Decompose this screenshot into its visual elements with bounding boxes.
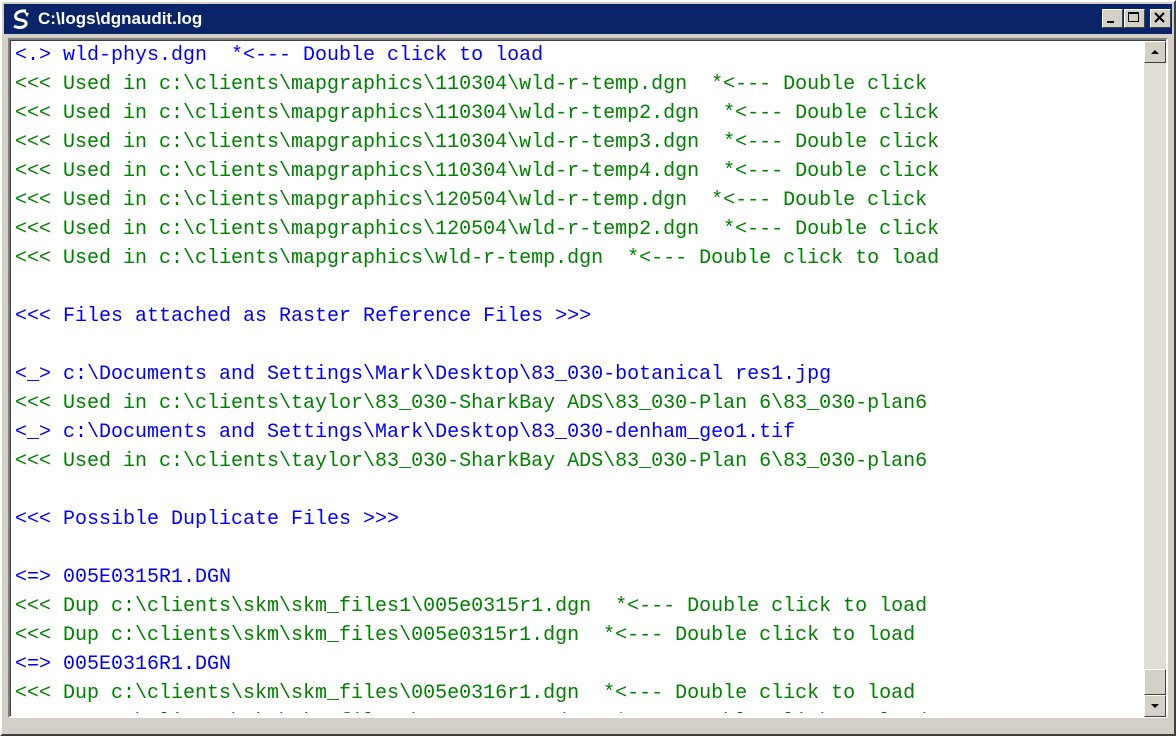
log-line[interactable]: <<< Files attached as Raster Reference F… — [15, 302, 1145, 331]
scrollbar-thumb[interactable] — [1144, 669, 1166, 695]
title-bar[interactable]: C:\logs\dgnaudit.log — [4, 4, 1172, 34]
log-line[interactable]: <<< Used in c:\clients\taylor\83_030-Sha… — [15, 447, 1145, 476]
log-line[interactable]: <<< Used in c:\clients\mapgraphics\11030… — [15, 157, 1145, 186]
log-line[interactable] — [15, 476, 1145, 505]
close-button[interactable] — [1150, 9, 1171, 28]
vertical-scrollbar[interactable] — [1144, 41, 1166, 717]
log-line[interactable]: <_> c:\Documents and Settings\Mark\Deskt… — [15, 360, 1145, 389]
scroll-down-button[interactable] — [1144, 695, 1166, 717]
log-line[interactable] — [15, 273, 1145, 302]
log-line[interactable]: <<< Used in c:\clients\mapgraphics\11030… — [15, 99, 1145, 128]
log-line[interactable]: <<< Used in c:\clients\mapgraphics\11030… — [15, 128, 1145, 157]
log-line[interactable]: <<< Possible Duplicate Files >>> — [15, 505, 1145, 534]
app-icon — [13, 9, 29, 29]
log-view[interactable]: <.> wld-phys.dgn *<--- Double click to l… — [8, 38, 1168, 718]
log-line[interactable] — [15, 331, 1145, 360]
minimize-icon — [1107, 21, 1114, 23]
log-line[interactable]: <.> wld-phys.dgn *<--- Double click to l… — [15, 41, 1145, 70]
scroll-up-arrow-icon — [1151, 50, 1159, 54]
log-line[interactable]: <=> 005E0315R1.DGN — [15, 563, 1145, 592]
maximize-button[interactable] — [1124, 9, 1145, 28]
log-line[interactable]: <<< Used in c:\clients\mapgraphics\12050… — [15, 186, 1145, 215]
log-line[interactable]: <<< Used in c:\clients\mapgraphics\11030… — [15, 70, 1145, 99]
window-title: C:\logs\dgnaudit.log — [38, 9, 203, 28]
log-line[interactable]: <<< Dup c:\clients\skm\skm_files\005e031… — [15, 621, 1145, 650]
close-icon — [1154, 12, 1165, 23]
maximize-icon — [1128, 12, 1139, 22]
log-line[interactable]: <<< Dup c:\clients\skm\skm_files1\005e03… — [15, 592, 1145, 621]
log-line[interactable]: <<< Dup c:\clients\skm\skm_files\005e031… — [15, 679, 1145, 708]
minimize-button[interactable] — [1102, 9, 1123, 28]
log-line[interactable]: <<< Dup c:\clients\skm\skm_files1\005e03… — [15, 708, 1145, 713]
scroll-up-button[interactable] — [1144, 41, 1166, 63]
log-line[interactable]: <=> 005E0316R1.DGN — [15, 650, 1145, 679]
log-lines: <.> wld-phys.dgn *<--- Double click to l… — [15, 41, 1145, 713]
log-window: C:\logs\dgnaudit.log <.> wld-phys.dgn *<… — [0, 0, 1176, 736]
log-line[interactable]: <<< Used in c:\clients\mapgraphics\12050… — [15, 215, 1145, 244]
log-line[interactable]: <<< Used in c:\clients\taylor\83_030-Sha… — [15, 389, 1145, 418]
log-line[interactable]: <_> c:\Documents and Settings\Mark\Deskt… — [15, 418, 1145, 447]
log-line[interactable]: <<< Used in c:\clients\mapgraphics\wld-r… — [15, 244, 1145, 273]
scroll-down-arrow-icon — [1151, 704, 1159, 708]
log-line[interactable] — [15, 534, 1145, 563]
